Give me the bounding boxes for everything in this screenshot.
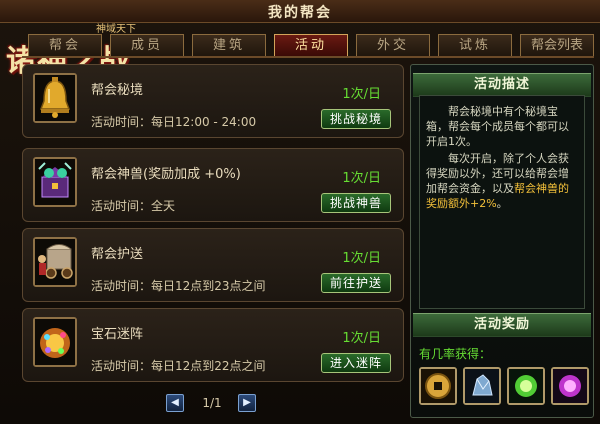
coin-icon[interactable] (419, 367, 457, 405)
logo-subtitle: 神域天下 (96, 24, 136, 35)
reward-list (419, 367, 589, 411)
description-paragraph-2: 每次开启，除了个人会获得奖励以外，还可以给帮会增加帮会资金，以及帮会神兽的奖励额… (426, 151, 578, 211)
activity-name: 帮会秘境 (91, 83, 144, 98)
tab-members[interactable]: 成员 (110, 34, 184, 56)
tab-guild[interactable]: 帮会 (28, 34, 102, 56)
activity-name: 帮会神兽(奖励加成 +0%) (91, 167, 241, 182)
title-bar: 我的帮会 (0, 0, 600, 23)
activity-frequency: 1次/日 (342, 171, 381, 186)
tab-diplomacy[interactable]: 外交 (356, 34, 430, 56)
tab-buildings[interactable]: 建筑 (192, 34, 266, 56)
activity-frequency: 1次/日 (342, 251, 381, 266)
challenge-realm-button[interactable]: 挑战秘境 (321, 109, 391, 129)
cart-icon (33, 237, 77, 287)
green-gem-icon[interactable] (507, 367, 545, 405)
purple-gem-icon[interactable] (551, 367, 589, 405)
go-escort-button[interactable]: 前往护送 (321, 273, 391, 293)
next-arrow-icon[interactable]: ▶ (238, 394, 256, 412)
crystal-ore-icon[interactable] (463, 367, 501, 405)
tab-trials[interactable]: 试炼 (438, 34, 512, 56)
challenge-beast-button[interactable]: 挑战神兽 (321, 193, 391, 213)
activity-frequency: 1次/日 (342, 331, 381, 346)
activity-card-escort: 帮会护送 1次/日 活动时间：每日12点到23点之间 前往护送 (22, 228, 404, 302)
description-text-b: 。 (496, 197, 508, 210)
enter-maze-button[interactable]: 进入迷阵 (321, 353, 391, 373)
tab-guild-list[interactable]: 帮会列表 (520, 34, 594, 56)
activity-card-secret-realm: 帮会秘境 1次/日 活动时间：每日12:00 - 24:00 挑战秘境 (22, 64, 404, 138)
activity-time: 活动时间：每日12:00 - 24:00 (91, 115, 257, 129)
bell-icon (33, 73, 77, 123)
activity-card-guild-beast: 帮会神兽(奖励加成 +0%) 1次/日 活动时间：全天 挑战神兽 (22, 148, 404, 222)
guild-window: 我的帮会 神域天下 诸神之战 帮会 成员 建筑 活动 外交 试炼 帮会列表 帮会… (0, 0, 600, 424)
description-text: 帮会秘境中有个秘境宝箱，帮会每个成员每个都可以开启1次。 每次开启，除了个人会获… (419, 95, 585, 309)
page-indicator: 1/1 (202, 396, 222, 410)
tab-divider (22, 56, 594, 58)
activity-time: 活动时间：每日12点到22点之间 (91, 359, 266, 373)
rewards-heading: 活动奖励 (413, 313, 591, 337)
tab-activities[interactable]: 活动 (274, 34, 348, 56)
activity-time: 活动时间：每日12点到23点之间 (91, 279, 266, 293)
activity-name: 宝石迷阵 (91, 327, 144, 342)
info-panel: 活动描述 帮会秘境中有个秘境宝箱，帮会每个成员每个都可以开启1次。 每次开启，除… (410, 64, 594, 418)
activity-card-gem-maze: 宝石迷阵 1次/日 活动时间：每日12点到22点之间 进入迷阵 (22, 308, 404, 382)
beast-chest-icon (33, 157, 77, 207)
prev-arrow-icon[interactable]: ◀ (166, 394, 184, 412)
activity-name: 帮会护送 (91, 247, 144, 262)
description-heading: 活动描述 (413, 73, 591, 97)
activity-time: 活动时间：全天 (91, 199, 176, 213)
activity-frequency: 1次/日 (342, 87, 381, 102)
gems-icon (33, 317, 77, 367)
description-paragraph-1: 帮会秘境中有个秘境宝箱，帮会每个成员每个都可以开启1次。 (426, 105, 569, 148)
rewards-label: 有几率获得： (419, 347, 492, 361)
window-title: 我的帮会 (268, 5, 332, 21)
pagination: ◀ 1/1 ▶ (166, 394, 260, 414)
